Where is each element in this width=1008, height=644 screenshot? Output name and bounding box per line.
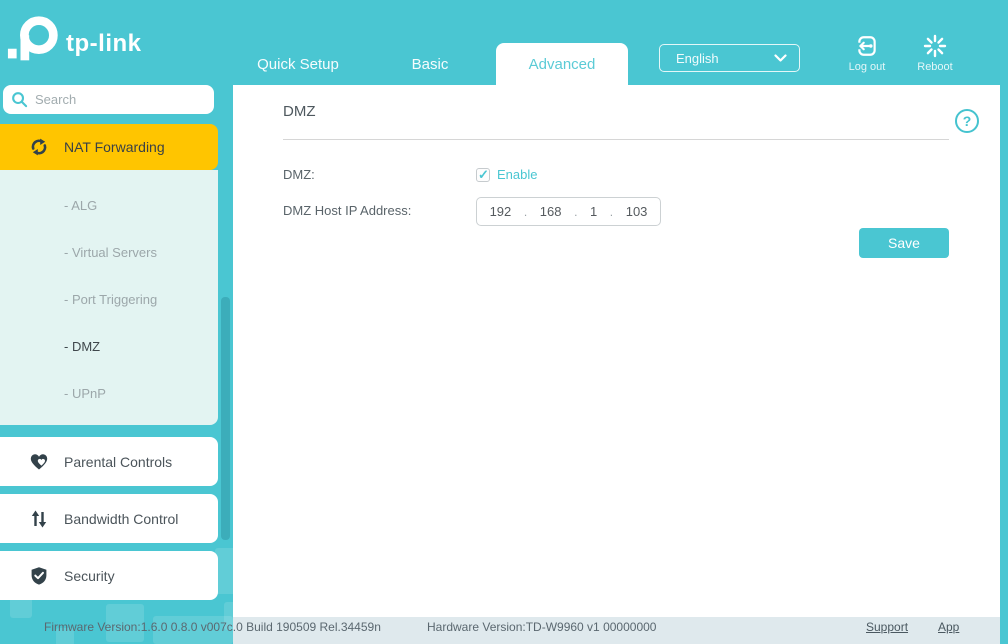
logout-icon: [857, 36, 876, 56]
chevron-down-icon: [774, 53, 787, 62]
dmz-host-ip-label: DMZ Host IP Address:: [283, 203, 412, 218]
search-icon: [12, 92, 28, 108]
sidebar-item-label: Security: [64, 567, 115, 584]
security-icon: [31, 566, 47, 585]
ip-separator: .: [609, 204, 614, 219]
sidebar-item-security[interactable]: Security: [0, 551, 218, 600]
nat-forwarding-icon: [31, 138, 47, 156]
tp-link-logo-icon: [7, 16, 58, 61]
search-input[interactable]: [35, 92, 195, 107]
checkbox-check-icon: ✓: [478, 167, 489, 182]
logout-label: Log out: [848, 61, 886, 73]
support-link[interactable]: Support: [866, 620, 908, 634]
sidebar-subitem-port-triggering[interactable]: - Port Triggering: [0, 276, 218, 323]
sidebar-search: [3, 85, 214, 114]
page-title: DMZ: [283, 103, 316, 120]
hardware-version-text: Hardware Version:TD-W9960 v1 00000000: [427, 620, 657, 634]
tab-quick-setup[interactable]: Quick Setup: [232, 43, 364, 85]
sidebar-scrollbar-thumb[interactable]: [221, 297, 230, 540]
language-select[interactable]: English: [659, 44, 800, 72]
firmware-version-text: Firmware Version:1.6.0 0.8.0 v007c.0 Bui…: [44, 620, 381, 634]
sidebar-item-label: Parental Controls: [64, 453, 173, 470]
logo-text: tp-link: [66, 30, 142, 57]
sidebar-subitem-upnp[interactable]: - UPnP: [0, 370, 218, 417]
ip-octet-2[interactable]: 168: [540, 204, 562, 219]
nat-forwarding-submenu: - ALG - Virtual Servers - Port Triggerin…: [0, 170, 218, 425]
help-icon[interactable]: ?: [955, 109, 979, 133]
content-panel: DMZ ? DMZ: ✓ Enable DMZ Host IP Address:…: [233, 85, 1000, 617]
app-link[interactable]: App: [938, 620, 959, 634]
router-admin-page: tp-link Quick Setup Basic Advanced Engli…: [0, 0, 1008, 644]
ip-octet-1[interactable]: 192: [490, 204, 512, 219]
sidebar-subitem-alg[interactable]: - ALG: [0, 182, 218, 229]
sidebar-item-label: NAT Forwarding: [64, 139, 165, 155]
logout-button[interactable]: Log out: [837, 34, 897, 73]
ip-octet-4[interactable]: 103: [626, 204, 648, 219]
sidebar-item-bandwidth-control[interactable]: Bandwidth Control: [0, 494, 218, 543]
sidebar-subitem-virtual-servers[interactable]: - Virtual Servers: [0, 229, 218, 276]
tab-advanced[interactable]: Advanced: [496, 43, 628, 85]
language-selected-value: English: [676, 50, 719, 66]
sidebar-item-label: Bandwidth Control: [64, 510, 179, 527]
dmz-enable-label[interactable]: Enable: [497, 167, 537, 182]
sidebar-item-parental-controls[interactable]: Parental Controls: [0, 437, 218, 486]
reboot-label: Reboot: [917, 61, 953, 73]
save-button[interactable]: Save: [859, 228, 949, 258]
ip-separator: .: [523, 204, 528, 219]
sidebar-item-nat-forwarding[interactable]: NAT Forwarding: [0, 124, 218, 170]
ip-octet-3[interactable]: 1: [590, 204, 597, 219]
parental-controls-icon: [30, 453, 48, 469]
sidebar-subitem-dmz[interactable]: - DMZ: [0, 323, 218, 370]
reboot-button[interactable]: Reboot: [905, 34, 965, 73]
title-divider: [283, 139, 949, 140]
dmz-enable-checkbox[interactable]: ✓: [476, 167, 490, 182]
dmz-host-ip-input[interactable]: 192 . 168 . 1 . 103: [476, 197, 661, 226]
bandwidth-control-icon: [31, 510, 47, 527]
dmz-field-label: DMZ:: [283, 167, 315, 182]
main-nav-tabs: Quick Setup Basic Advanced: [232, 43, 628, 85]
ip-separator: .: [574, 204, 578, 219]
tp-link-logo: tp-link: [6, 10, 186, 72]
tab-basic[interactable]: Basic: [364, 43, 496, 85]
reboot-icon: [923, 34, 947, 58]
